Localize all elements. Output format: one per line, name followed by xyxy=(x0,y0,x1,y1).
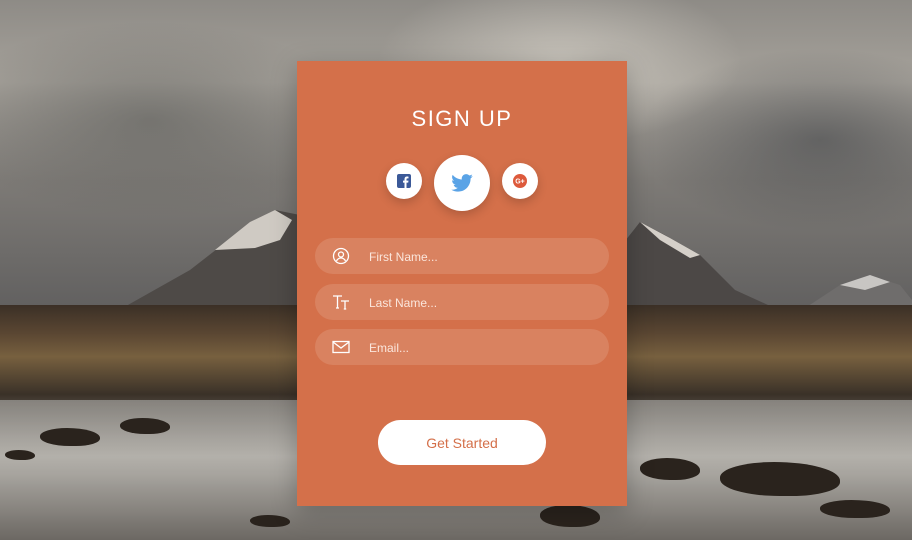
rock xyxy=(540,505,600,527)
rock xyxy=(640,458,700,480)
email-field xyxy=(315,329,609,367)
twitter-icon xyxy=(451,174,473,192)
rock xyxy=(5,450,35,460)
rock xyxy=(250,515,290,527)
last-name-input[interactable] xyxy=(367,284,601,322)
rock xyxy=(120,418,170,434)
first-name-input[interactable] xyxy=(367,238,601,276)
google-plus-button[interactable]: G+ xyxy=(502,163,538,199)
first-name-field xyxy=(315,238,609,276)
rock xyxy=(720,462,840,496)
google-plus-icon: G+ xyxy=(513,174,527,188)
text-size-icon xyxy=(333,295,349,310)
user-icon xyxy=(332,247,350,265)
twitter-button[interactable] xyxy=(434,155,490,211)
facebook-button[interactable] xyxy=(386,163,422,199)
rock xyxy=(40,428,100,446)
last-name-field xyxy=(315,284,609,322)
svg-text:G+: G+ xyxy=(515,179,525,186)
get-started-button[interactable]: Get Started xyxy=(378,420,546,465)
signup-title: SIGN UP xyxy=(411,106,513,131)
facebook-icon xyxy=(397,174,411,188)
signup-card: SIGN UP G+ First Name... Last Name... Em… xyxy=(297,61,627,506)
envelope-icon xyxy=(332,340,350,354)
email-input[interactable] xyxy=(367,329,601,367)
rock xyxy=(820,500,890,518)
